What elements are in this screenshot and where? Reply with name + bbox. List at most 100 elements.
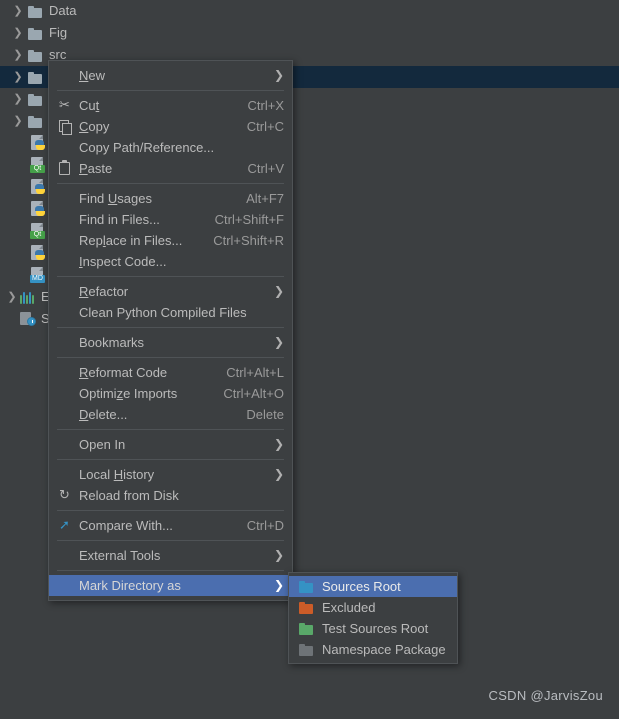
menu-item-local-history[interactable]: Local History ❯ — [49, 464, 292, 485]
scratches-icon — [20, 312, 36, 326]
menu-item-icon-slot — [57, 159, 79, 177]
chevron-right-icon[interactable]: ❯ — [10, 110, 26, 132]
menu-item-label: Cut — [79, 98, 100, 113]
tree-row-folder[interactable]: ❯ Fig — [0, 22, 619, 44]
submenu-item-label: Namespace Package — [322, 642, 446, 657]
menu-item-label: Paste — [79, 161, 113, 176]
menu-separator — [57, 90, 284, 91]
submenu-item-test-sources-root[interactable]: Test Sources Root — [289, 618, 457, 639]
menu-item-cut[interactable]: ✂ Cut Ctrl+X — [49, 95, 292, 116]
menu-item-inspect-code[interactable]: Inspect Code... — [49, 251, 292, 272]
menu-item-open-in[interactable]: Open In ❯ — [49, 434, 292, 455]
menu-item-shortcut: Delete — [246, 407, 284, 422]
submenu-item-excluded[interactable]: Excluded — [289, 597, 457, 618]
folder-icon — [28, 71, 44, 84]
file-icon: Qt — [30, 223, 45, 239]
menu-item-external-tools[interactable]: External Tools ❯ — [49, 545, 292, 566]
menu-item-label: Copy — [79, 119, 110, 134]
menu-item-icon-slot — [57, 119, 79, 135]
menu-item-find-usages[interactable]: Find Usages Alt+F7 — [49, 188, 292, 209]
mark-directory-as-submenu[interactable]: Sources Root Excluded Test Sources Root Nam… — [288, 572, 458, 664]
chevron-right-icon[interactable]: ❯ — [10, 0, 26, 22]
menu-item-shortcut: Ctrl+V — [247, 161, 284, 176]
folder-icon — [299, 622, 315, 635]
pycharm-project-window: ❯Data❯Fig❯src❯❯❯QtQtMD❯ExtScr New❯✂CutCt… — [0, 0, 619, 719]
file-type-badge: MD — [30, 275, 45, 283]
menu-item-label: Compare With... — [79, 518, 173, 533]
menu-item-label: Copy Path/Reference... — [79, 140, 215, 155]
menu-item-paste[interactable]: Paste Ctrl+V — [49, 158, 292, 179]
menu-item-label: Replace in Files... — [79, 233, 183, 248]
menu-item-label: Find in Files... — [79, 212, 160, 227]
submenu-item-label: Excluded — [322, 600, 376, 615]
submenu-item-sources-root[interactable]: Sources Root — [289, 576, 457, 597]
menu-item-icon-slot — [57, 548, 79, 564]
menu-item-icon-slot — [57, 365, 79, 381]
menu-item-replace-in-files[interactable]: Replace in Files... Ctrl+Shift+R — [49, 230, 292, 251]
chevron-right-icon: ❯ — [273, 437, 284, 451]
watermark: CSDN @JarvisZou — [488, 688, 603, 703]
compare-icon: ➚ — [59, 517, 70, 533]
tree-item-label: Data — [49, 3, 77, 18]
python-file-icon — [30, 245, 45, 261]
menu-item-shortcut: Ctrl+D — [246, 518, 284, 533]
chevron-right-icon[interactable]: ❯ — [4, 286, 20, 308]
menu-item-reload-from-disk[interactable]: ↻ Reload from Disk — [49, 485, 292, 506]
menu-item-icon-slot — [57, 467, 79, 483]
menu-item-copy[interactable]: Copy Ctrl+C — [49, 116, 292, 137]
menu-item-reformat-code[interactable]: Reformat Code Ctrl+Alt+L — [49, 362, 292, 383]
menu-separator — [57, 510, 284, 511]
folder-icon — [299, 643, 315, 656]
menu-item-shortcut: Ctrl+Shift+R — [213, 233, 284, 248]
chevron-right-icon[interactable]: ❯ — [10, 66, 26, 88]
menu-item-icon-slot — [57, 578, 79, 594]
menu-item-icon-slot: ↻ — [57, 488, 79, 504]
menu-item-shortcut: Alt+F7 — [246, 191, 284, 206]
file-type-badge: Qt — [30, 231, 45, 239]
menu-item-copy-path-reference[interactable]: Copy Path/Reference... — [49, 137, 292, 158]
menu-item-mark-directory-as[interactable]: Mark Directory as ❯ — [49, 575, 292, 596]
chevron-right-icon[interactable]: ❯ — [10, 44, 26, 66]
folder-icon — [299, 601, 315, 614]
menu-item-optimize-imports[interactable]: Optimize Imports Ctrl+Alt+O — [49, 383, 292, 404]
menu-item-label: Delete... — [79, 407, 128, 422]
submenu-item-namespace-package[interactable]: Namespace Package — [289, 639, 457, 660]
menu-item-refactor[interactable]: Refactor ❯ — [49, 281, 292, 302]
python-file-icon — [30, 179, 45, 195]
chevron-right-icon: ❯ — [273, 578, 284, 592]
chevron-right-icon: ❯ — [273, 467, 284, 481]
menu-item-clean-python-compiled-files[interactable]: Clean Python Compiled Files — [49, 302, 292, 323]
chevron-right-icon[interactable]: ❯ — [10, 22, 26, 44]
copy-icon — [59, 119, 72, 135]
menu-item-label: Open In — [79, 437, 126, 452]
menu-item-icon-slot: ➚ — [57, 518, 79, 534]
chevron-right-icon[interactable]: ❯ — [10, 88, 26, 110]
submenu-item-label: Test Sources Root — [322, 621, 429, 636]
menu-item-shortcut: Ctrl+X — [247, 98, 284, 113]
context-menu[interactable]: New ❯ ✂ Cut Ctrl+X Copy Ctrl+C Copy Path/Refere… — [48, 60, 293, 601]
menu-item-icon-slot — [57, 284, 79, 300]
menu-item-delete[interactable]: Delete... Delete — [49, 404, 292, 425]
menu-item-find-in-files[interactable]: Find in Files... Ctrl+Shift+F — [49, 209, 292, 230]
menu-item-bookmarks[interactable]: Bookmarks ❯ — [49, 332, 292, 353]
menu-item-new[interactable]: New ❯ — [49, 65, 292, 86]
menu-item-label: Reload from Disk — [79, 488, 179, 503]
chevron-right-icon: ❯ — [273, 68, 284, 82]
folder-icon — [28, 115, 44, 128]
submenu-item-label: Sources Root — [322, 579, 401, 594]
menu-item-compare-with[interactable]: ➚ Compare With... Ctrl+D — [49, 515, 292, 536]
menu-separator — [57, 570, 284, 571]
scissors-icon: ✂ — [59, 97, 70, 113]
tree-item-label: Fig — [49, 25, 68, 40]
menu-item-label: Reformat Code — [79, 365, 168, 380]
menu-item-icon-slot — [57, 335, 79, 351]
folder-icon — [28, 49, 44, 62]
menu-item-label: Optimize Imports — [79, 386, 178, 401]
menu-separator — [57, 540, 284, 541]
menu-separator — [57, 183, 284, 184]
tree-row-folder[interactable]: ❯ Data — [0, 0, 619, 22]
menu-item-label: External Tools — [79, 548, 161, 563]
folder-icon — [28, 93, 44, 106]
menu-item-label: Inspect Code... — [79, 254, 167, 269]
menu-item-shortcut: Ctrl+C — [246, 119, 284, 134]
